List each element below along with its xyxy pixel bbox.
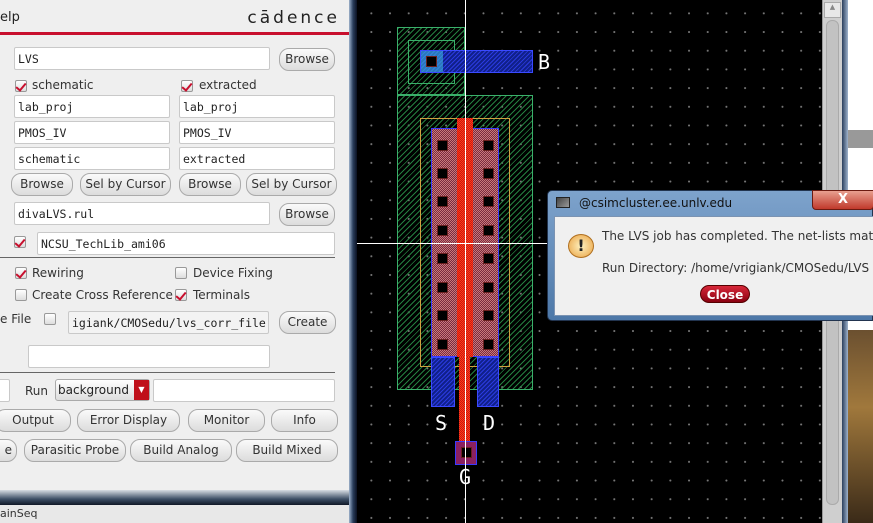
- diffusion-contact: [437, 196, 448, 207]
- build-mixed-button[interactable]: Build Mixed: [236, 439, 338, 462]
- diffusion-contact: [483, 310, 494, 321]
- diffusion-contact: [437, 253, 448, 264]
- app-icon: [556, 197, 570, 208]
- info-button[interactable]: Info: [271, 409, 338, 432]
- chevron-down-icon: ▼: [134, 380, 149, 400]
- correspondence-file-label: e File: [0, 312, 32, 326]
- diffusion-contact: [437, 140, 448, 151]
- diffusion-contact: [483, 253, 494, 264]
- schematic-checkbox[interactable]: [15, 80, 27, 92]
- extracted-browse-button[interactable]: Browse: [179, 173, 241, 196]
- dialog-title: @csimcluster.ee.unlv.edu: [579, 196, 733, 210]
- terminals-checkbox[interactable]: [175, 289, 187, 301]
- browse-run-dir-button[interactable]: Browse: [279, 48, 335, 71]
- extracted-library-input[interactable]: lab_proj: [179, 95, 335, 118]
- correspondence-file-input[interactable]: igiank/CMOSedu/lvs_corr_file: [68, 311, 269, 334]
- run-directory-input[interactable]: LVS: [14, 47, 270, 70]
- empty-input[interactable]: [28, 345, 270, 368]
- partial-button[interactable]: e: [0, 439, 17, 462]
- drain-metal: [477, 357, 499, 407]
- background-window: ainSeq: [0, 505, 380, 523]
- source-metal: [431, 357, 455, 407]
- source-pin-label: S: [435, 411, 448, 435]
- bulk-contact: [426, 56, 437, 67]
- schematic-view-input[interactable]: schematic: [14, 147, 170, 170]
- error-display-button[interactable]: Error Display: [77, 409, 180, 432]
- extracted-cell-input[interactable]: PMOS_IV: [179, 121, 335, 144]
- extracted-view-input[interactable]: extracted: [179, 147, 335, 170]
- extracted-sel-by-cursor-button[interactable]: Sel by Cursor: [246, 173, 337, 196]
- rules-file-input[interactable]: divaLVS.rul: [14, 202, 270, 225]
- run-label: Run: [25, 384, 49, 398]
- diffusion-contact: [483, 168, 494, 179]
- cross-reference-checkbox[interactable]: [15, 289, 27, 301]
- device-fixing-checkbox[interactable]: [175, 267, 187, 279]
- extracted-label: extracted: [199, 78, 257, 92]
- rewiring-label: Rewiring: [32, 266, 84, 280]
- dialog-run-directory: Run Directory: /home/vrigiank/CMOSedu/LV…: [602, 261, 870, 275]
- help-menu[interactable]: elp: [0, 10, 20, 25]
- cross-reference-label: Create Cross Reference: [32, 288, 173, 302]
- diffusion-contact: [437, 225, 448, 236]
- diffusion-contact: [483, 140, 494, 151]
- schematic-library-input[interactable]: lab_proj: [14, 95, 170, 118]
- lvs-form: elp cādence LVS Browse schematic extract…: [0, 0, 350, 492]
- warning-icon: !: [568, 234, 594, 258]
- dialog-message: The LVS job has completed. The net-lists…: [602, 229, 873, 243]
- partial-input[interactable]: [0, 379, 10, 402]
- device-fixing-label: Device Fixing: [193, 266, 273, 280]
- rules-library-checkbox[interactable]: [14, 236, 26, 248]
- diffusion-contact: [437, 339, 448, 350]
- divider: [0, 257, 335, 258]
- run-mode-select[interactable]: background ▼: [55, 379, 150, 401]
- schematic-cell-input[interactable]: PMOS_IV: [14, 121, 170, 144]
- diffusion-contact: [483, 282, 494, 293]
- crosshair-vertical: [465, 0, 466, 523]
- header-divider: [0, 32, 350, 35]
- build-analog-button[interactable]: Build Analog: [130, 439, 232, 462]
- close-button[interactable]: Close: [700, 285, 750, 303]
- window-frame-right: [349, 0, 357, 523]
- schematic-sel-by-cursor-button[interactable]: Sel by Cursor: [80, 173, 171, 196]
- run-extra-input[interactable]: [153, 379, 335, 402]
- background-window-text: ainSeq: [0, 507, 38, 520]
- rules-library-input[interactable]: NCSU_TechLib_ami06: [37, 232, 335, 255]
- terminals-label: Terminals: [193, 288, 250, 302]
- output-button[interactable]: Output: [0, 409, 71, 432]
- scroll-up-arrow-icon[interactable]: ▲: [824, 2, 841, 18]
- parasitic-probe-button[interactable]: Parasitic Probe: [24, 439, 126, 462]
- diffusion-contact: [483, 339, 494, 350]
- cadence-logo: cādence: [247, 8, 340, 28]
- extracted-checkbox[interactable]: [181, 80, 193, 92]
- dialog-body: ! The LVS job has completed. The net-lis…: [554, 216, 873, 316]
- close-icon[interactable]: X: [812, 190, 873, 210]
- diffusion-contact: [437, 310, 448, 321]
- gate-contact: [461, 447, 472, 458]
- diffusion-contact: [483, 225, 494, 236]
- correspondence-file-checkbox[interactable]: [44, 313, 56, 325]
- window-frame-bottom: [0, 490, 357, 505]
- browse-rules-button[interactable]: Browse: [279, 203, 335, 226]
- diffusion-contact: [437, 168, 448, 179]
- diffusion-contact: [437, 282, 448, 293]
- create-button[interactable]: Create: [279, 311, 336, 334]
- background-photo: [848, 330, 873, 523]
- schematic-label: schematic: [32, 78, 94, 92]
- toolbar-strip: [848, 130, 873, 148]
- monitor-button[interactable]: Monitor: [188, 409, 265, 432]
- diffusion-contact: [483, 196, 494, 207]
- lvs-complete-dialog: @csimcluster.ee.unlv.edu X ! The LVS job…: [547, 190, 873, 321]
- rewiring-checkbox[interactable]: [15, 267, 27, 279]
- schematic-browse-button[interactable]: Browse: [11, 173, 73, 196]
- drain-pin-label: D: [483, 411, 496, 435]
- bulk-pin-label: B: [538, 50, 551, 74]
- divider: [0, 372, 335, 373]
- run-mode-value: background: [58, 383, 129, 397]
